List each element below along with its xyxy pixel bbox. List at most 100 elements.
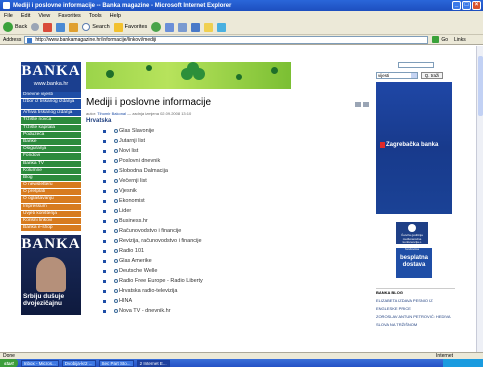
links-button[interactable]: Links: [454, 37, 466, 43]
media-link-item[interactable]: Revizija, računovodstvo i financije: [86, 236, 376, 246]
print-page-icon[interactable]: [363, 102, 369, 107]
media-link-text[interactable]: Radio 101: [119, 248, 144, 254]
media-link-item[interactable]: Glas Amerike: [86, 256, 376, 266]
vertical-scrollbar[interactable]: [476, 46, 483, 352]
refresh-icon[interactable]: [56, 22, 66, 32]
media-link-item[interactable]: Glas Slavonije: [86, 126, 376, 136]
nav-item-banke[interactable]: Banke: [21, 138, 81, 147]
clover-banner[interactable]: [86, 62, 291, 89]
media-link-item[interactable]: Radio 101: [86, 246, 376, 256]
media-link-text[interactable]: Nova TV - dnevnik.hr: [119, 308, 171, 314]
media-link-item[interactable]: Novi list: [86, 146, 376, 156]
media-link-text[interactable]: Večernji list: [119, 178, 147, 184]
nav-item-pretplata[interactable]: O pretplati: [21, 189, 81, 197]
start-button[interactable]: start: [0, 359, 18, 367]
search-input[interactable]: [398, 62, 434, 68]
media-link-text[interactable]: Poslovni dnevnik: [119, 158, 160, 164]
back-button[interactable]: Back: [3, 22, 27, 32]
search-category-select[interactable]: vijesti: [376, 72, 418, 79]
go-button[interactable]: Go: [432, 36, 448, 43]
menu-file[interactable]: File: [4, 13, 13, 19]
conference-ad[interactable]: Četvrta godišnja međunarodna konferencij…: [396, 222, 428, 251]
search-button[interactable]: Search: [82, 23, 110, 31]
media-link-item[interactable]: Vjesnik: [86, 186, 376, 196]
nav-item-oglasavanje[interactable]: O oglašavanju: [21, 196, 81, 204]
nav-item-trziste-kapitala[interactable]: Tržište kapitala: [21, 124, 81, 132]
media-link-text[interactable]: Glas Amerike: [119, 258, 152, 264]
mail-icon[interactable]: [165, 22, 175, 32]
edit-icon[interactable]: [191, 22, 201, 32]
nav-item-impressum[interactable]: Impressum: [21, 203, 81, 211]
media-link-item[interactable]: Ekonomist: [86, 196, 376, 206]
home-icon[interactable]: [69, 22, 79, 32]
media-link-text[interactable]: Hrvatska radio-televizija: [119, 288, 177, 294]
media-link-text[interactable]: Novi list: [119, 148, 138, 154]
media-link-text[interactable]: Revizija, računovodstvo i financije: [119, 238, 202, 244]
media-link-text[interactable]: Radio Free Europe - Radio Liberty: [119, 278, 203, 284]
nav-item-izbor[interactable]: Izbor iz tiskanog izdanja: [21, 99, 81, 111]
nav-item-trziste-novca[interactable]: Tržište novca: [21, 117, 81, 125]
author-link[interactable]: Tihomir Bakonal: [97, 111, 126, 116]
task-inbox[interactable]: Inbox - Micros...: [20, 359, 59, 367]
media-link-text[interactable]: Slobodna Dalmacija: [119, 168, 168, 174]
media-link-item[interactable]: Večernji list: [86, 176, 376, 186]
media-link-item[interactable]: Nova TV - dnevnik.hr: [86, 306, 376, 316]
stop-icon[interactable]: [43, 22, 53, 32]
media-link-item[interactable]: Poslovni dnevnik: [86, 156, 376, 166]
media-link-text[interactable]: Računovodstvo i financije: [119, 228, 181, 234]
media-link-item[interactable]: Hrvatska radio-televizija: [86, 286, 376, 296]
task-sec-part[interactable]: Sec Part Sto...: [98, 359, 134, 367]
close-button[interactable]: ×: [472, 1, 481, 10]
nav-item-dnevne-vijesti[interactable]: Dnevne vijesti: [21, 92, 81, 100]
nav-item-banka-tv[interactable]: Banka TV: [21, 160, 81, 168]
messenger-icon[interactable]: [217, 22, 227, 32]
address-input[interactable]: http://www.bankamagazine.hr/informacije/…: [24, 35, 429, 44]
media-link-item[interactable]: Lider: [86, 206, 376, 216]
site-logo[interactable]: BANKA www.banka.hr: [21, 62, 81, 92]
menu-help[interactable]: Help: [110, 13, 121, 19]
media-link-item[interactable]: Business.hr: [86, 216, 376, 226]
media-link-item[interactable]: Radio Free Europe - Radio Liberty: [86, 276, 376, 286]
media-link-text[interactable]: Business.hr: [119, 218, 148, 224]
nav-item-poduzeca[interactable]: Poduzeća: [21, 131, 81, 139]
task-dvobija[interactable]: Dvobija-kr2 ...: [61, 359, 96, 367]
free-delivery-ad[interactable]: besplatna dostava: [396, 248, 432, 278]
nav-item-fondovi[interactable]: Fondovi: [21, 153, 81, 161]
menu-edit[interactable]: Edit: [21, 13, 30, 19]
media-link-item[interactable]: Deutsche Welle: [86, 266, 376, 276]
magazine-cover[interactable]: BANKA Srbiju dušuje dvojezičajnu: [21, 235, 81, 316]
media-link-text[interactable]: Vjesnik: [119, 188, 137, 194]
media-link-item[interactable]: HINA: [86, 296, 376, 306]
minimize-button[interactable]: _: [452, 1, 461, 10]
zagrebacka-banka-ad[interactable]: Zagrebačka banka: [376, 82, 452, 214]
nav-item-korisni-linkovi[interactable]: Korisni linkovi: [21, 218, 81, 226]
task-internet-explorer[interactable]: 2 Internet E...: [136, 359, 170, 367]
maximize-button[interactable]: □: [462, 1, 471, 10]
print-icon[interactable]: [178, 22, 188, 32]
nav-item-eshop[interactable]: Banka e-shop: [21, 225, 81, 233]
media-link-text[interactable]: Deutsche Welle: [119, 268, 157, 274]
media-link-text[interactable]: HINA: [119, 298, 132, 304]
media-link-item[interactable]: Jutarnji list: [86, 136, 376, 146]
media-link-item[interactable]: Slobodna Dalmacija: [86, 166, 376, 176]
nav-item-arhiva[interactable]: Arhiva tiskanog izdanja: [21, 110, 81, 118]
nav-item-uvjeti[interactable]: Uvjeti korištenja: [21, 210, 81, 218]
folder-icon[interactable]: [204, 22, 214, 32]
menu-tools[interactable]: Tools: [89, 13, 102, 19]
nav-item-kolumne[interactable]: Kolumne: [21, 167, 81, 175]
media-link-text[interactable]: Jutarnji list: [119, 138, 145, 144]
history-icon[interactable]: [151, 22, 162, 32]
nav-item-newsletter[interactable]: O newsletteru: [21, 182, 81, 190]
menu-favorites[interactable]: Favorites: [58, 13, 81, 19]
blog-item-1[interactable]: ELIZABETA IZDAVA PESNIO IZ ENGLESKE PRIC…: [376, 297, 455, 313]
blog-item-2[interactable]: ZOROSLAV ANTUN PETROVIĆ: HEDIVA SLOVA NA…: [376, 313, 455, 329]
media-link-text[interactable]: Glas Slavonije: [119, 128, 154, 134]
media-link-text[interactable]: Lider: [119, 208, 131, 214]
nav-item-osiguranja[interactable]: Osiguranja: [21, 146, 81, 154]
scrollbar-thumb[interactable]: [478, 56, 483, 116]
favorites-button[interactable]: Favorites: [113, 22, 147, 32]
forward-button[interactable]: [31, 23, 40, 31]
media-link-text[interactable]: Ekonomist: [119, 198, 145, 204]
email-page-icon[interactable]: [355, 102, 361, 107]
media-link-item[interactable]: Računovodstvo i financije: [86, 226, 376, 236]
